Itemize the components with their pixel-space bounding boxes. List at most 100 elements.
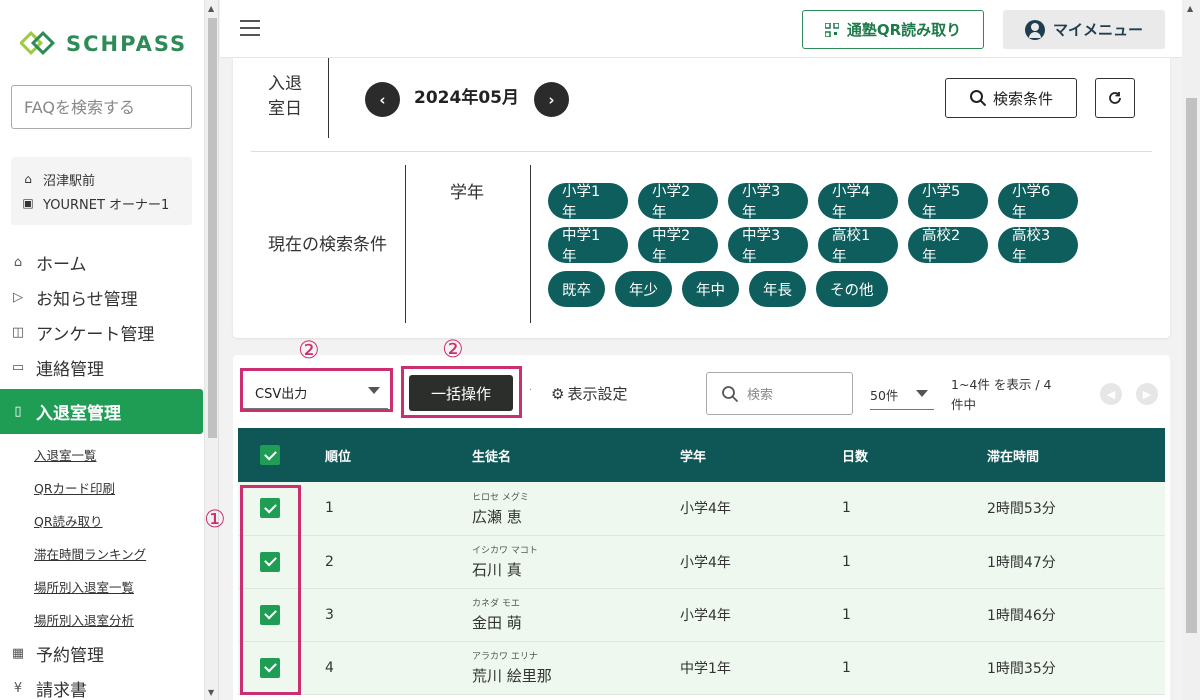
logo-mark-icon <box>20 30 56 56</box>
display-settings-button[interactable]: ⚙ 表示設定 <box>551 383 627 404</box>
col-student-name[interactable]: 生徒名 <box>472 428 680 482</box>
grade-chips: 小学1年 小学2年 小学3年 小学4年 小学5年 小学6年 中学1年 中学2年 … <box>548 183 1108 307</box>
chat-icon: ▭ <box>11 360 25 375</box>
account-icon <box>1024 19 1045 40</box>
sub-item-qr-print[interactable]: QRカード印刷 <box>0 471 204 504</box>
grade-chip: 高校3年 <box>998 227 1078 265</box>
select-all-checkbox[interactable] <box>260 445 280 465</box>
col-stay-time[interactable]: 滞在時間 <box>987 428 1165 482</box>
caret-down-icon <box>916 390 928 397</box>
search-icon <box>969 90 987 107</box>
sub-item-attendance-list[interactable]: 入退室一覧 <box>0 438 204 471</box>
date-label: 入退 室日 <box>265 72 305 122</box>
sidebar-item-survey[interactable]: ◫ アンケート管理 <box>0 315 204 350</box>
hamburger-menu-icon[interactable] <box>240 20 260 41</box>
prev-month-button[interactable]: ‹ <box>365 82 400 117</box>
sidebar-scroll-thumb[interactable] <box>208 18 217 438</box>
home-icon: ⌂ <box>24 172 32 186</box>
qr-read-label: 通塾QR読み取り <box>846 21 962 39</box>
sub-item-location-list[interactable]: 場所別入退室一覧 <box>0 570 204 603</box>
next-month-button[interactable]: › <box>534 82 569 117</box>
sidebar-item-label: アンケート管理 <box>36 325 155 345</box>
col-days[interactable]: 日数 <box>842 428 987 482</box>
stay-time-cell: 1時間46分 <box>987 607 1056 624</box>
school-info: ⌂ 沼津駅前 ▣ YOURNET オーナー1 <box>11 157 192 225</box>
result-range-line: 1~4件 を表示 / 4 <box>951 377 1052 392</box>
table-row[interactable]: 3 カネダ モエ 金田 萌 小学4年 1 1時間46分 <box>238 588 1165 641</box>
sidebar-item-label: 予約管理 <box>36 646 104 666</box>
col-rank[interactable]: 順位 <box>325 428 472 482</box>
refresh-button[interactable] <box>1095 78 1135 118</box>
divider <box>328 58 329 138</box>
sidebar-item-invoice[interactable]: ¥ 請求書 <box>0 671 204 700</box>
sidebar-item-reservation[interactable]: ▦ 予約管理 <box>0 636 204 671</box>
student-name: 金田 萌 <box>472 614 522 632</box>
student-name: 石川 真 <box>472 561 522 579</box>
annotation-box-csv <box>240 368 393 412</box>
annotation-number: ② <box>298 336 320 364</box>
id-card-icon: ▣ <box>22 196 34 210</box>
annotation-box-bulk <box>401 366 522 418</box>
grade-cell: 中学1年 <box>680 660 731 677</box>
my-menu-label: マイメニュー <box>1052 21 1143 39</box>
stay-time-cell: 2時間53分 <box>987 501 1056 518</box>
my-menu-button[interactable]: マイメニュー <box>1003 10 1165 49</box>
grade-chip: 小学6年 <box>998 183 1078 221</box>
triangle-icon: ▷ <box>13 290 23 305</box>
chevron-right-icon: ▶ <box>1142 387 1152 401</box>
separator-dot: · <box>529 385 533 396</box>
table-row[interactable]: 4 アラカワ エリナ 荒川 絵里那 中学1年 1 1時間35分 <box>238 641 1165 694</box>
calendar-icon: ▦ <box>11 646 25 661</box>
qr-read-button[interactable]: 通塾QR読み取り <box>802 10 984 49</box>
student-name-cell: アラカワ エリナ 荒川 絵里那 <box>472 641 680 694</box>
sidebar-item-label: 請求書 <box>36 681 87 700</box>
col-grade[interactable]: 学年 <box>680 428 842 482</box>
grade-chip: 小学2年 <box>638 183 718 221</box>
grade-chip: 中学2年 <box>638 227 718 265</box>
faq-search-input[interactable] <box>11 85 192 129</box>
grade-chip: 中学3年 <box>728 227 808 265</box>
yen-icon: ¥ <box>13 681 23 696</box>
days-cell: 1 <box>842 500 851 517</box>
sidebar-item-attendance[interactable]: ▯ 入退室管理 <box>0 389 203 434</box>
table-row[interactable]: 2 イシカワ マコト 石川 真 小学4年 1 1時間47分 <box>238 535 1165 588</box>
sidebar-scrollbar[interactable]: ▲ ▼ <box>205 0 219 700</box>
sidebar-item-home[interactable]: ⌂ ホーム <box>0 245 204 280</box>
rank-cell: 3 <box>325 606 334 623</box>
scroll-up-icon[interactable]: ▲ <box>1187 4 1193 13</box>
scroll-down-icon[interactable]: ▼ <box>208 688 214 697</box>
search-icon <box>722 385 739 402</box>
search-conditions-card: 入退 室日 ‹ 2024年05月 › 検索条件 現在の検索条件 学年 小学1年 … <box>233 58 1170 338</box>
grade-cell: 小学4年 <box>680 501 731 518</box>
grade-chip: 高校1年 <box>818 227 898 265</box>
grade-chip: その他 <box>816 271 888 307</box>
prev-page-button[interactable]: ◀ <box>1100 383 1122 405</box>
grade-chip: 小学5年 <box>908 183 988 221</box>
logo[interactable]: SCHPASS <box>20 30 187 58</box>
sidebar-item-notices[interactable]: ▷ お知らせ管理 <box>0 280 204 315</box>
divider <box>251 151 1152 152</box>
student-kana: アラカワ エリナ <box>472 652 538 662</box>
search-conditions-button[interactable]: 検索条件 <box>945 78 1077 118</box>
gear-icon: ⚙ <box>551 384 565 403</box>
next-page-button[interactable]: ▶ <box>1136 383 1158 405</box>
date-label-line: 室日 <box>268 99 302 119</box>
sidebar-item-contact[interactable]: ▭ 連絡管理 <box>0 350 204 385</box>
table-row[interactable]: 1 ヒロセ メグミ 広瀬 恵 小学4年 1 2時間53分 <box>238 482 1165 535</box>
main-scroll-thumb[interactable] <box>1186 98 1197 633</box>
student-name-cell: イシカワ マコト 石川 真 <box>472 535 680 588</box>
divider <box>530 165 531 323</box>
rank-cell: 1 <box>325 500 334 517</box>
sub-item-location-analysis[interactable]: 場所別入退室分析 <box>0 603 204 636</box>
per-page-select[interactable]: 50件 <box>870 385 934 410</box>
main-scrollbar[interactable]: ▲ <box>1182 0 1200 700</box>
grade-chip: 年長 <box>749 271 806 307</box>
search-conditions-label: 検索条件 <box>992 89 1053 108</box>
table-search-placeholder: 検索 <box>747 388 774 403</box>
annotation-number: ② <box>442 335 464 363</box>
sub-item-qr-read[interactable]: QR読み取り <box>0 504 204 537</box>
select-all-cell <box>238 428 325 482</box>
scroll-up-icon[interactable]: ▲ <box>208 4 214 13</box>
sub-item-ranking[interactable]: 滞在時間ランキング <box>0 537 204 570</box>
table-search-input[interactable]: 検索 <box>706 372 853 415</box>
